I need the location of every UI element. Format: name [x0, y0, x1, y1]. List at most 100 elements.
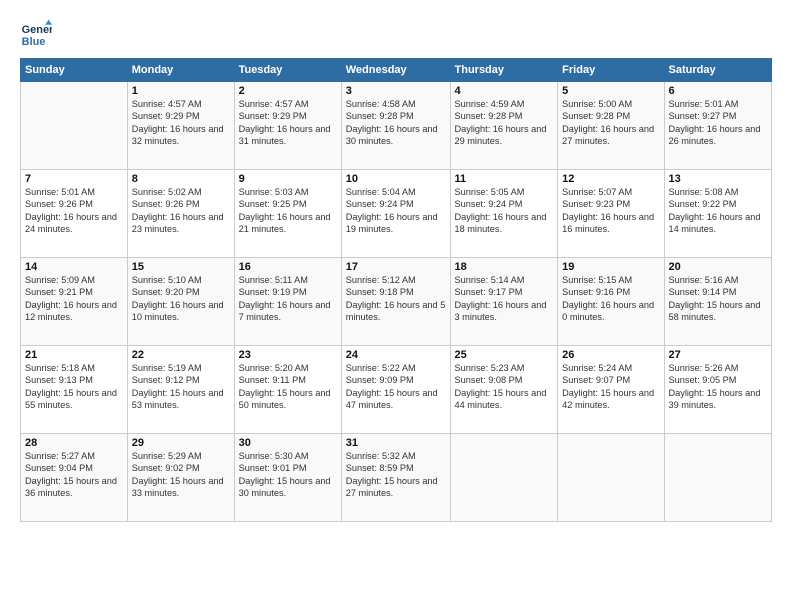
day-number: 25: [455, 349, 554, 361]
day-cell: 15Sunrise: 5:10 AMSunset: 9:20 PMDayligh…: [127, 258, 234, 346]
day-cell: 8Sunrise: 5:02 AMSunset: 9:26 PMDaylight…: [127, 170, 234, 258]
logo: General Blue: [20, 18, 56, 50]
logo-icon: General Blue: [20, 18, 52, 50]
day-cell: 25Sunrise: 5:23 AMSunset: 9:08 PMDayligh…: [450, 346, 558, 434]
day-number: 10: [346, 173, 446, 185]
day-cell: 21Sunrise: 5:18 AMSunset: 9:13 PMDayligh…: [21, 346, 128, 434]
col-header-saturday: Saturday: [664, 59, 772, 82]
day-info: Sunrise: 5:08 AMSunset: 9:22 PMDaylight:…: [669, 186, 768, 236]
day-cell: 26Sunrise: 5:24 AMSunset: 9:07 PMDayligh…: [558, 346, 664, 434]
day-cell: 11Sunrise: 5:05 AMSunset: 9:24 PMDayligh…: [450, 170, 558, 258]
week-row-4: 21Sunrise: 5:18 AMSunset: 9:13 PMDayligh…: [21, 346, 772, 434]
day-cell: 22Sunrise: 5:19 AMSunset: 9:12 PMDayligh…: [127, 346, 234, 434]
day-info: Sunrise: 5:03 AMSunset: 9:25 PMDaylight:…: [239, 186, 337, 236]
day-info: Sunrise: 5:16 AMSunset: 9:14 PMDaylight:…: [669, 274, 768, 324]
day-info: Sunrise: 5:19 AMSunset: 9:12 PMDaylight:…: [132, 362, 230, 412]
day-number: 24: [346, 349, 446, 361]
day-cell: 9Sunrise: 5:03 AMSunset: 9:25 PMDaylight…: [234, 170, 341, 258]
day-info: Sunrise: 5:22 AMSunset: 9:09 PMDaylight:…: [346, 362, 446, 412]
svg-text:Blue: Blue: [22, 36, 46, 48]
day-cell: 16Sunrise: 5:11 AMSunset: 9:19 PMDayligh…: [234, 258, 341, 346]
day-cell: 1Sunrise: 4:57 AMSunset: 9:29 PMDaylight…: [127, 82, 234, 170]
day-info: Sunrise: 5:15 AMSunset: 9:16 PMDaylight:…: [562, 274, 659, 324]
day-cell: 29Sunrise: 5:29 AMSunset: 9:02 PMDayligh…: [127, 434, 234, 522]
col-header-thursday: Thursday: [450, 59, 558, 82]
day-cell: [558, 434, 664, 522]
day-number: 8: [132, 173, 230, 185]
day-info: Sunrise: 5:09 AMSunset: 9:21 PMDaylight:…: [25, 274, 123, 324]
day-number: 3: [346, 85, 446, 97]
day-cell: 10Sunrise: 5:04 AMSunset: 9:24 PMDayligh…: [341, 170, 450, 258]
day-cell: 17Sunrise: 5:12 AMSunset: 9:18 PMDayligh…: [341, 258, 450, 346]
day-info: Sunrise: 5:26 AMSunset: 9:05 PMDaylight:…: [669, 362, 768, 412]
day-info: Sunrise: 5:32 AMSunset: 8:59 PMDaylight:…: [346, 450, 446, 500]
day-info: Sunrise: 5:27 AMSunset: 9:04 PMDaylight:…: [25, 450, 123, 500]
day-number: 13: [669, 173, 768, 185]
day-cell: 4Sunrise: 4:59 AMSunset: 9:28 PMDaylight…: [450, 82, 558, 170]
day-number: 23: [239, 349, 337, 361]
day-cell: 14Sunrise: 5:09 AMSunset: 9:21 PMDayligh…: [21, 258, 128, 346]
day-info: Sunrise: 4:57 AMSunset: 9:29 PMDaylight:…: [132, 98, 230, 148]
week-row-5: 28Sunrise: 5:27 AMSunset: 9:04 PMDayligh…: [21, 434, 772, 522]
day-cell: 30Sunrise: 5:30 AMSunset: 9:01 PMDayligh…: [234, 434, 341, 522]
col-header-monday: Monday: [127, 59, 234, 82]
day-number: 27: [669, 349, 768, 361]
day-info: Sunrise: 5:24 AMSunset: 9:07 PMDaylight:…: [562, 362, 659, 412]
day-number: 22: [132, 349, 230, 361]
day-info: Sunrise: 5:29 AMSunset: 9:02 PMDaylight:…: [132, 450, 230, 500]
day-cell: 24Sunrise: 5:22 AMSunset: 9:09 PMDayligh…: [341, 346, 450, 434]
day-info: Sunrise: 5:10 AMSunset: 9:20 PMDaylight:…: [132, 274, 230, 324]
calendar-table: SundayMondayTuesdayWednesdayThursdayFrid…: [20, 58, 772, 522]
day-number: 17: [346, 261, 446, 273]
day-number: 4: [455, 85, 554, 97]
week-row-1: 1Sunrise: 4:57 AMSunset: 9:29 PMDaylight…: [21, 82, 772, 170]
day-number: 14: [25, 261, 123, 273]
col-header-friday: Friday: [558, 59, 664, 82]
day-cell: [21, 82, 128, 170]
day-cell: 13Sunrise: 5:08 AMSunset: 9:22 PMDayligh…: [664, 170, 772, 258]
col-header-tuesday: Tuesday: [234, 59, 341, 82]
week-row-3: 14Sunrise: 5:09 AMSunset: 9:21 PMDayligh…: [21, 258, 772, 346]
day-info: Sunrise: 5:18 AMSunset: 9:13 PMDaylight:…: [25, 362, 123, 412]
svg-text:General: General: [22, 24, 52, 36]
day-number: 18: [455, 261, 554, 273]
day-number: 5: [562, 85, 659, 97]
day-number: 2: [239, 85, 337, 97]
day-cell: 6Sunrise: 5:01 AMSunset: 9:27 PMDaylight…: [664, 82, 772, 170]
day-number: 29: [132, 437, 230, 449]
day-info: Sunrise: 5:14 AMSunset: 9:17 PMDaylight:…: [455, 274, 554, 324]
col-header-wednesday: Wednesday: [341, 59, 450, 82]
day-number: 30: [239, 437, 337, 449]
day-info: Sunrise: 5:00 AMSunset: 9:28 PMDaylight:…: [562, 98, 659, 148]
page-header: General Blue: [20, 18, 772, 50]
day-info: Sunrise: 5:12 AMSunset: 9:18 PMDaylight:…: [346, 274, 446, 324]
day-number: 15: [132, 261, 230, 273]
day-cell: 5Sunrise: 5:00 AMSunset: 9:28 PMDaylight…: [558, 82, 664, 170]
day-info: Sunrise: 5:01 AMSunset: 9:26 PMDaylight:…: [25, 186, 123, 236]
day-info: Sunrise: 5:23 AMSunset: 9:08 PMDaylight:…: [455, 362, 554, 412]
day-number: 16: [239, 261, 337, 273]
day-number: 12: [562, 173, 659, 185]
day-cell: 27Sunrise: 5:26 AMSunset: 9:05 PMDayligh…: [664, 346, 772, 434]
week-row-2: 7Sunrise: 5:01 AMSunset: 9:26 PMDaylight…: [21, 170, 772, 258]
day-number: 9: [239, 173, 337, 185]
day-info: Sunrise: 4:58 AMSunset: 9:28 PMDaylight:…: [346, 98, 446, 148]
day-cell: 31Sunrise: 5:32 AMSunset: 8:59 PMDayligh…: [341, 434, 450, 522]
day-info: Sunrise: 5:04 AMSunset: 9:24 PMDaylight:…: [346, 186, 446, 236]
day-number: 26: [562, 349, 659, 361]
day-number: 11: [455, 173, 554, 185]
day-cell: 28Sunrise: 5:27 AMSunset: 9:04 PMDayligh…: [21, 434, 128, 522]
day-info: Sunrise: 5:20 AMSunset: 9:11 PMDaylight:…: [239, 362, 337, 412]
day-cell: 23Sunrise: 5:20 AMSunset: 9:11 PMDayligh…: [234, 346, 341, 434]
day-number: 21: [25, 349, 123, 361]
day-info: Sunrise: 4:57 AMSunset: 9:29 PMDaylight:…: [239, 98, 337, 148]
day-number: 28: [25, 437, 123, 449]
day-number: 20: [669, 261, 768, 273]
day-cell: 18Sunrise: 5:14 AMSunset: 9:17 PMDayligh…: [450, 258, 558, 346]
day-info: Sunrise: 4:59 AMSunset: 9:28 PMDaylight:…: [455, 98, 554, 148]
day-cell: 12Sunrise: 5:07 AMSunset: 9:23 PMDayligh…: [558, 170, 664, 258]
day-info: Sunrise: 5:01 AMSunset: 9:27 PMDaylight:…: [669, 98, 768, 148]
day-cell: 19Sunrise: 5:15 AMSunset: 9:16 PMDayligh…: [558, 258, 664, 346]
day-number: 1: [132, 85, 230, 97]
day-info: Sunrise: 5:05 AMSunset: 9:24 PMDaylight:…: [455, 186, 554, 236]
